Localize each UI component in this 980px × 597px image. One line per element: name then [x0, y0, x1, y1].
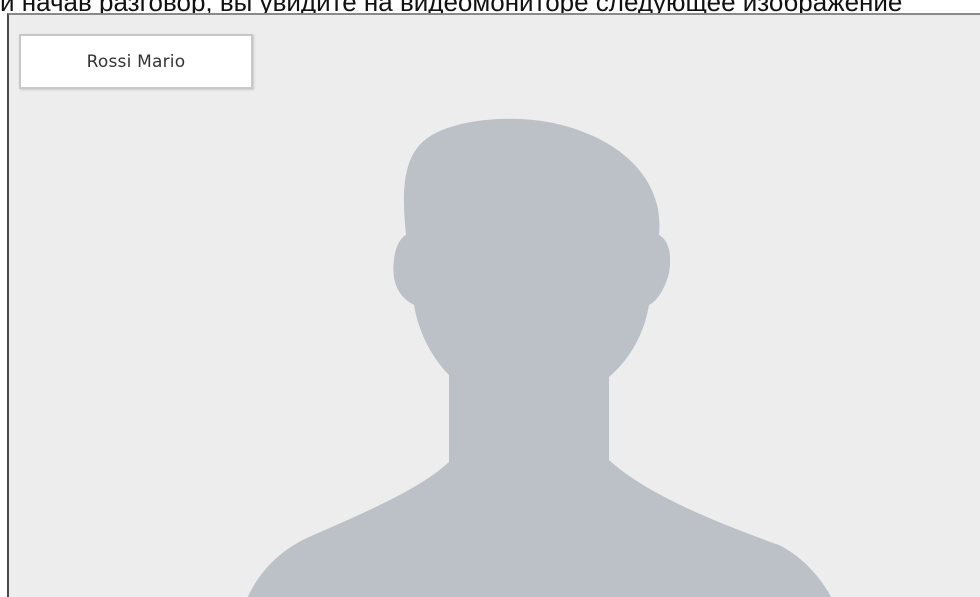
- caller-name-box: Rossi Mario: [19, 34, 253, 89]
- caller-name-label: Rossi Mario: [86, 51, 186, 72]
- video-monitor-screen: Rossi Mario: [7, 13, 980, 597]
- document-page: и начав разговор, вы увидите на видеомон…: [0, 0, 980, 597]
- person-silhouette-icon: [247, 118, 832, 597]
